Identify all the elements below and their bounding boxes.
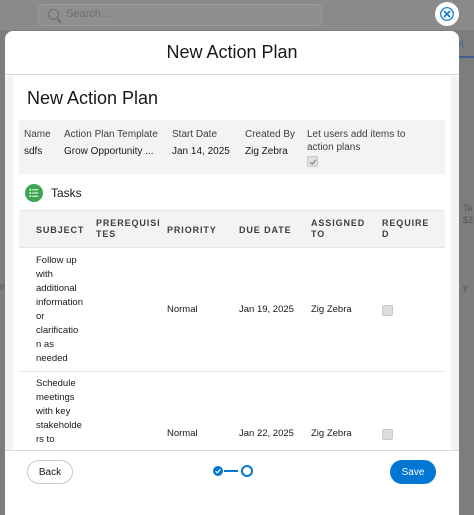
subject-line: additional: [36, 283, 77, 294]
column-required-line: D: [382, 229, 390, 239]
created-by-value: Zig Zebra: [245, 146, 288, 157]
background-text-line: Ta: [463, 203, 473, 213]
task-priority: Normal: [167, 304, 198, 315]
allow-user-items-label: Let users add items to action plans: [307, 129, 406, 153]
task-assigned-to: Zig Zebra: [311, 428, 352, 439]
save-button[interactable]: Save: [390, 460, 436, 484]
action-plan-card: New Action Plan Name sdfs Action Plan Te…: [13, 76, 451, 450]
close-modal-button[interactable]: [435, 2, 459, 26]
subject-line: clarificatio: [36, 325, 79, 336]
task-priority: Normal: [167, 428, 198, 439]
allow-user-items-field: Let users add items to action plans: [307, 128, 407, 171]
task-due-date: Jan 22, 2025: [239, 428, 294, 439]
subject-line: information: [36, 297, 83, 308]
template-label: Action Plan Template: [64, 129, 158, 140]
table-header: SUBJECT PREREQUISI TES PRIORITY DUE DATE…: [19, 210, 445, 248]
background-search-placeholder: Search...: [66, 8, 111, 20]
column-subject[interactable]: SUBJECT: [36, 211, 84, 249]
modal-body: New Action Plan Name sdfs Action Plan Te…: [5, 76, 459, 450]
tasks-table: SUBJECT PREREQUISI TES PRIORITY DUE DATE…: [19, 210, 445, 450]
subject-line: n as: [36, 339, 54, 350]
template-field: Action Plan Template Grow Opportunity ..…: [64, 128, 158, 158]
background-text: Ta $2: [463, 202, 473, 226]
tasks-title: Tasks: [51, 186, 82, 200]
background-text-line: $2: [463, 215, 474, 225]
modal-footer: Back Save: [5, 450, 459, 515]
subject-line: Schedule: [36, 378, 76, 389]
subject-line: or: [36, 311, 45, 322]
name-label: Name: [24, 129, 51, 140]
start-date-value: Jan 14, 2025: [172, 146, 230, 157]
subject-line: meetings: [36, 392, 75, 403]
plan-summary: Name sdfs Action Plan Template Grow Oppo…: [19, 120, 445, 174]
column-required-line: REQUIRE: [382, 218, 430, 228]
created-by-label: Created By: [245, 129, 296, 140]
table-row: Follow up with additional information or…: [19, 248, 445, 372]
step-1-complete[interactable]: [213, 466, 223, 476]
subject-line: rs to: [36, 434, 55, 445]
allow-user-items-checkbox[interactable]: [307, 156, 318, 167]
column-assigned-to[interactable]: ASSIGNED TO: [311, 211, 365, 249]
checkmark-icon: [309, 159, 317, 166]
required-checkbox[interactable]: [382, 429, 393, 440]
step-progress-indicator: [213, 465, 253, 477]
created-by-field: Created By Zig Zebra: [245, 128, 295, 158]
column-required[interactable]: REQUIRE D: [382, 211, 429, 249]
subject-line: with key: [36, 406, 71, 417]
task-assigned-to: Zig Zebra: [311, 304, 352, 315]
start-date-label: Start Date: [172, 129, 218, 140]
task-due-date: Jan 19, 2025: [239, 304, 294, 315]
modal-header: New Action Plan: [5, 31, 459, 75]
column-assigned-to-line: ASSIGNED: [311, 218, 366, 228]
start-date-field: Start Date Jan 14, 2025: [172, 128, 230, 158]
close-icon: [440, 7, 454, 21]
column-assigned-to-line: TO: [311, 229, 326, 239]
task-list-icon: [25, 184, 43, 202]
name-value: sdfs: [24, 146, 43, 157]
background-text: y: [463, 282, 468, 292]
modal-title: New Action Plan: [166, 42, 298, 62]
background-search-field: Search...: [38, 4, 322, 26]
subject-line: stakeholde: [36, 420, 82, 431]
column-prerequisites-line: TES: [96, 229, 117, 239]
back-button[interactable]: Back: [27, 460, 73, 484]
column-priority[interactable]: PRIORITY: [167, 211, 217, 249]
subject-line: needed: [36, 353, 68, 364]
template-value: Grow Opportunity ...: [64, 146, 154, 157]
column-prerequisites-line: PREREQUISI: [96, 218, 161, 228]
subject-line: with: [36, 269, 53, 280]
column-prerequisites[interactable]: PREREQUISI TES: [96, 211, 161, 249]
card-title: New Action Plan: [27, 88, 159, 108]
subject-line: Follow up: [36, 255, 77, 266]
tasks-header: Tasks: [25, 184, 82, 202]
table-row: Schedule meetings with key stakeholde rs…: [19, 372, 445, 450]
action-plan-modal: New Action Plan New Action Plan Name sdf…: [5, 31, 459, 515]
step-2-current[interactable]: [241, 465, 253, 477]
search-icon: [48, 9, 59, 20]
task-subject: Schedule meetings with key stakeholde rs…: [36, 377, 82, 447]
progress-line: [224, 470, 238, 472]
checkmark-icon: [215, 468, 221, 474]
column-due-date[interactable]: DUE DATE: [239, 211, 292, 249]
name-field: Name sdfs: [24, 128, 51, 158]
required-checkbox[interactable]: [382, 305, 393, 316]
task-subject: Follow up with additional information or…: [36, 254, 83, 366]
